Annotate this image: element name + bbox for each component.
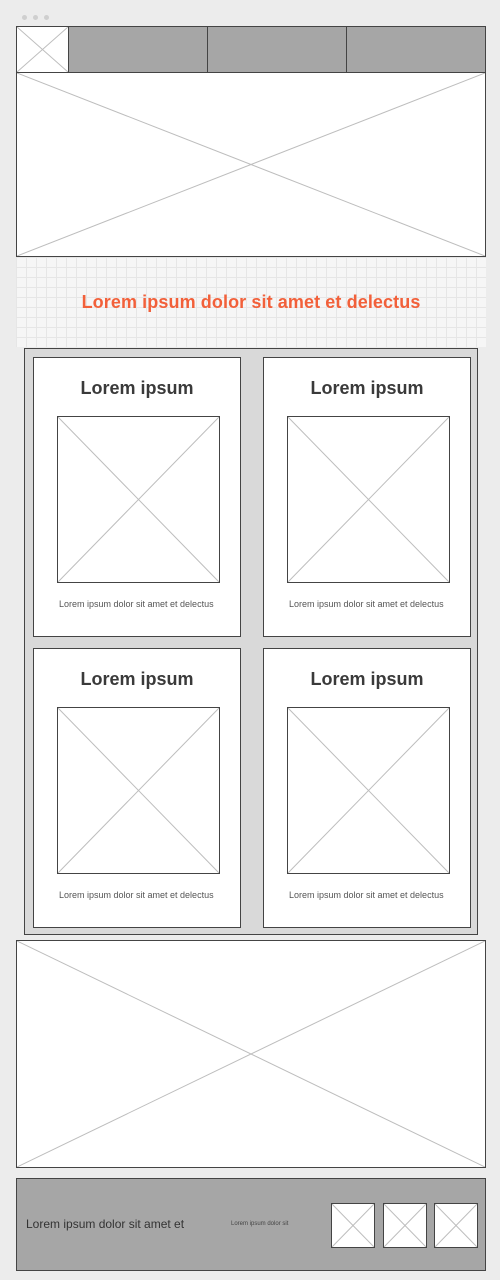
card[interactable]: Lorem ipsum Lorem ipsum dolor sit amet e… xyxy=(33,648,241,928)
card-grid: Lorem ipsum Lorem ipsum dolor sit amet e… xyxy=(24,348,478,935)
logo-placeholder-icon[interactable] xyxy=(17,27,69,72)
footer-text: Lorem ipsum dolor sit amet et xyxy=(26,1217,185,1231)
card-text: Lorem ipsum dolor sit amet et delectus xyxy=(289,599,444,609)
card[interactable]: Lorem ipsum Lorem ipsum dolor sit amet e… xyxy=(263,648,471,928)
card-image-placeholder xyxy=(57,416,220,583)
card-text: Lorem ipsum dolor sit amet et delectus xyxy=(59,599,214,609)
footer: Lorem ipsum dolor sit amet et Lorem ipsu… xyxy=(16,1178,486,1271)
page-headline: Lorem ipsum dolor sit amet et delectus xyxy=(81,291,421,312)
card-title: Lorem ipsum xyxy=(80,669,194,689)
card-image-placeholder xyxy=(57,707,220,874)
social-placeholder-icon[interactable] xyxy=(331,1203,375,1248)
card[interactable]: Lorem ipsum Lorem ipsum dolor sit amet e… xyxy=(33,357,241,637)
top-navigation xyxy=(16,26,486,73)
headline-section: Lorem ipsum dolor sit amet et delectus xyxy=(16,257,486,347)
card-text: Lorem ipsum dolor sit amet et delectus xyxy=(59,890,214,900)
nav-tab-2[interactable] xyxy=(208,27,347,72)
card-title: Lorem ipsum xyxy=(310,378,424,398)
nav-tab-3[interactable] xyxy=(347,27,485,72)
card-image-placeholder xyxy=(287,416,450,583)
window-dot xyxy=(22,15,27,20)
nav-tab-1[interactable] xyxy=(69,27,208,72)
social-placeholder-icon[interactable] xyxy=(383,1203,427,1248)
window-controls xyxy=(22,15,49,20)
banner-image-placeholder xyxy=(16,940,486,1168)
social-placeholder-icon[interactable] xyxy=(434,1203,478,1248)
card-image-placeholder xyxy=(287,707,450,874)
window-dot xyxy=(44,15,49,20)
footer-small-text: Lorem ipsum dolor sit xyxy=(231,1221,289,1227)
card-title: Lorem ipsum xyxy=(80,378,194,398)
hero-image-placeholder xyxy=(16,72,486,257)
card-text: Lorem ipsum dolor sit amet et delectus xyxy=(289,890,444,900)
card[interactable]: Lorem ipsum Lorem ipsum dolor sit amet e… xyxy=(263,357,471,637)
window-dot xyxy=(33,15,38,20)
card-title: Lorem ipsum xyxy=(310,669,424,689)
